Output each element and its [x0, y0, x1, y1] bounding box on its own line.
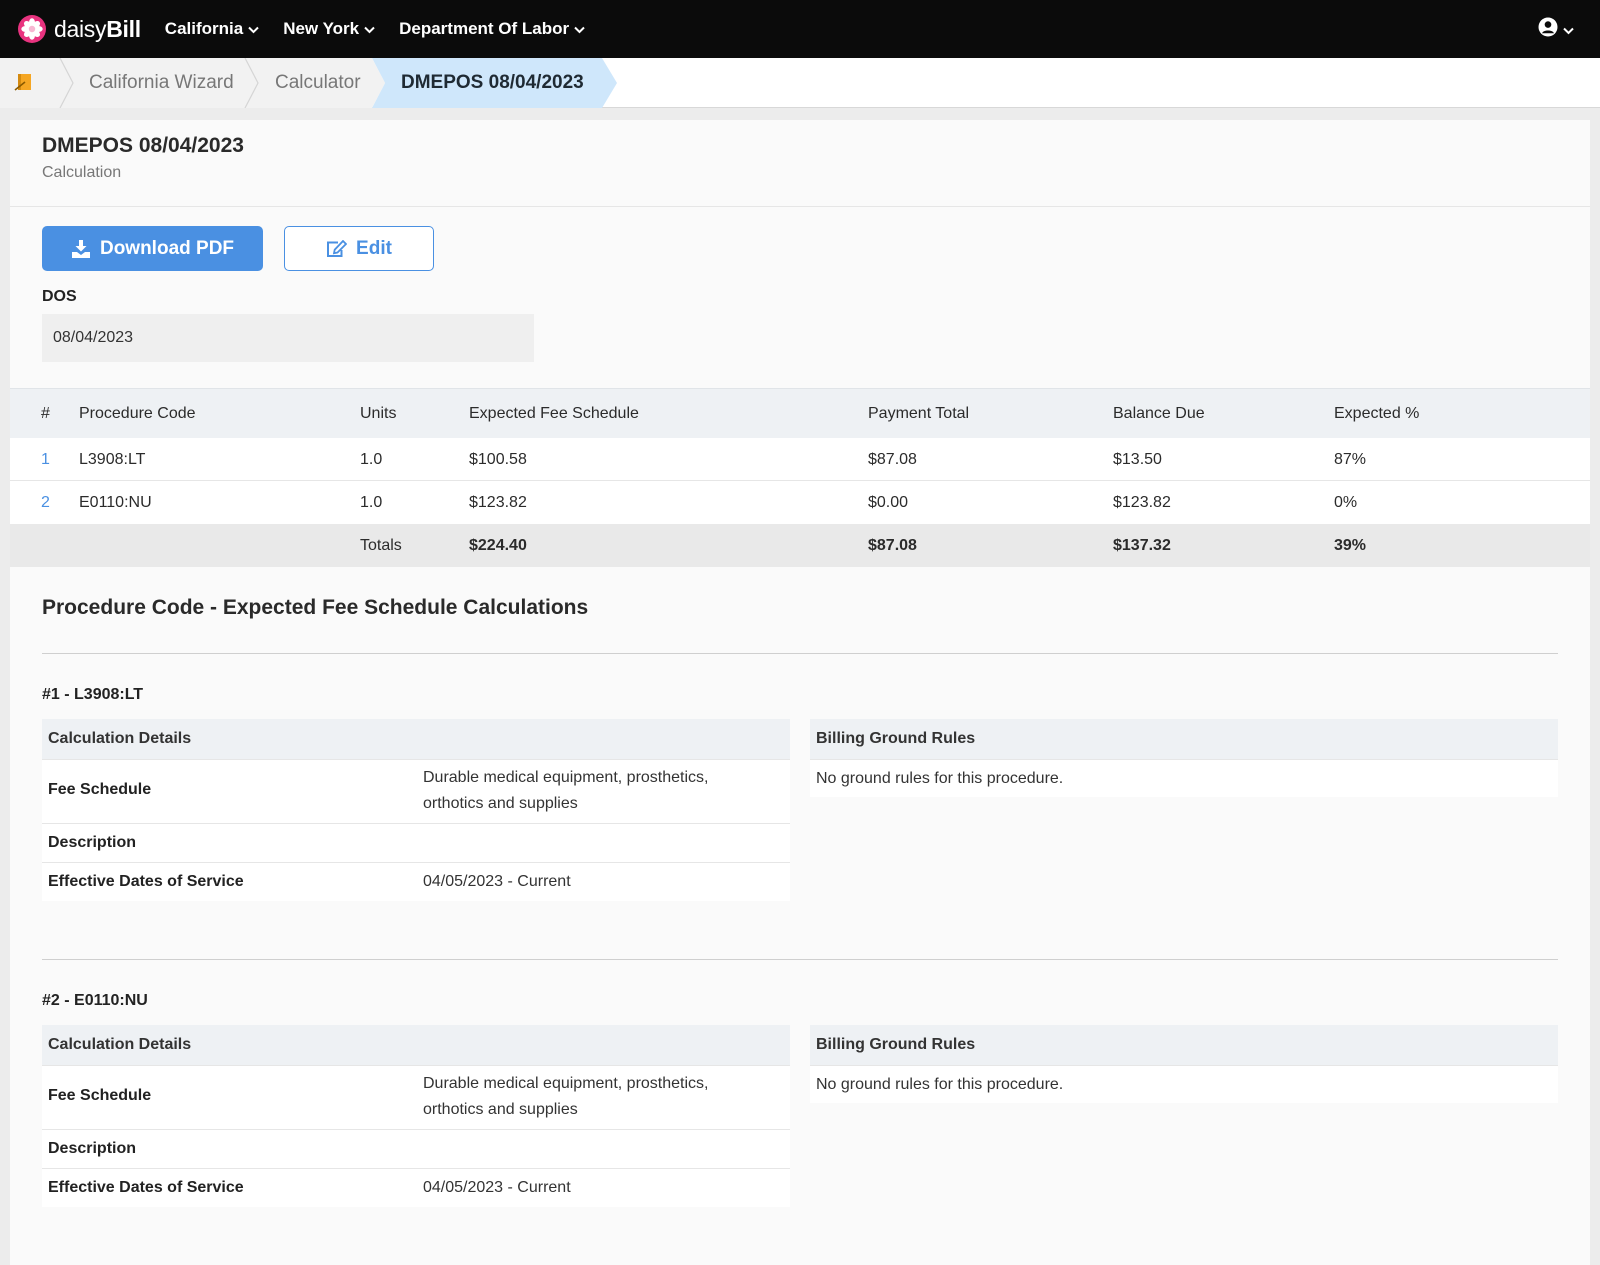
effective-dates-label: Effective Dates of Service [48, 873, 244, 890]
breadcrumb-home-icon[interactable] [13, 70, 37, 99]
billing-ground-rules-header: Billing Ground Rules [810, 719, 1558, 759]
breadcrumb-calculator[interactable]: Calculator [275, 58, 361, 108]
description-row: Description [42, 1129, 790, 1168]
top-navbar: daisyBill California New York Department… [0, 0, 1600, 58]
effective-dates-value: 04/05/2023 - Current [423, 1179, 571, 1196]
table-row: 2 E0110:NU 1.0 $123.82 $0.00 $123.82 0% [10, 481, 1590, 524]
nav-california[interactable]: California [165, 19, 259, 39]
totals-label: Totals [360, 537, 402, 554]
procedure-2-billing-ground-rules: Billing Ground Rules No ground rules for… [810, 1025, 1558, 1103]
column-header-expected-fee-schedule: Expected Fee Schedule [469, 405, 639, 422]
total-expected-fee: $224.40 [469, 537, 527, 554]
brand-name: daisyBill [54, 15, 141, 42]
total-expected-percent: 39% [1334, 537, 1367, 554]
dos-field[interactable] [42, 314, 534, 362]
calculation-details-header: Calculation Details [42, 719, 790, 759]
page-subtitle: Calculation [42, 164, 122, 181]
expected-fee: $123.82 [469, 494, 527, 511]
procedure-2-title: #2 - E0110:NU [42, 992, 148, 1009]
chevron-down-icon [364, 19, 375, 39]
fee-schedule-label: Fee Schedule [48, 781, 152, 798]
chevron-down-icon [1563, 20, 1574, 40]
fee-schedule-value: Durable medical equipment, prosthetics, o… [423, 1075, 709, 1118]
balance-due: $13.50 [1113, 451, 1162, 468]
calculations-section-title: Procedure Code - Expected Fee Schedule C… [42, 596, 589, 619]
column-header-balance-due: Balance Due [1113, 405, 1205, 422]
breadcrumb: California Wizard Calculator DMEPOS 08/0… [0, 58, 1600, 108]
nav-department-of-labor[interactable]: Department Of Labor [399, 19, 585, 39]
table-header-row: # Procedure Code Units Expected Fee Sche… [10, 388, 1590, 438]
procedure-1-billing-ground-rules: Billing Ground Rules No ground rules for… [810, 719, 1558, 797]
expected-percent: 0% [1334, 494, 1358, 511]
effective-dates-label: Effective Dates of Service [48, 1179, 244, 1196]
nav-department-of-labor-label: Department Of Labor [399, 19, 570, 38]
edit-icon [327, 239, 348, 257]
total-payment: $87.08 [868, 537, 917, 554]
chevron-down-icon [574, 19, 585, 39]
column-header-payment-total: Payment Total [868, 405, 970, 422]
daisy-flower-icon [18, 15, 46, 43]
dos-label: DOS [42, 288, 77, 305]
fee-schedule-row: Fee Schedule Durable medical equipment, … [42, 759, 790, 823]
download-pdf-label: Download PDF [99, 237, 235, 259]
column-header-expected-percent: Expected % [1334, 405, 1420, 422]
description-label: Description [48, 1140, 137, 1157]
breadcrumb-california-wizard[interactable]: California Wizard [89, 58, 234, 108]
effective-dates-value: 04/05/2023 - Current [423, 873, 571, 890]
total-balance-due: $137.32 [1113, 537, 1171, 554]
procedure-code: L3908:LT [79, 451, 146, 468]
billing-ground-rules-header: Billing Ground Rules [810, 1025, 1558, 1065]
fee-schedule-value: Durable medical equipment, prosthetics, o… [423, 769, 709, 812]
column-header-number: # [41, 405, 50, 422]
chevron-down-icon [248, 19, 259, 39]
download-icon [71, 239, 90, 258]
units: 1.0 [360, 494, 383, 511]
nav-new-york-label: New York [283, 19, 360, 38]
column-header-procedure-code: Procedure Code [79, 405, 196, 422]
edit-label: Edit [356, 237, 392, 259]
table-row: 1 L3908:LT 1.0 $100.58 $87.08 $13.50 87% [10, 438, 1590, 481]
expected-percent: 87% [1334, 451, 1367, 468]
daisybill-logo[interactable]: daisyBill [18, 15, 141, 43]
ground-rules-text: No ground rules for this procedure. [810, 1065, 1558, 1103]
procedure-1-calculation-details: Calculation Details Fee Schedule Durable… [42, 719, 790, 901]
breadcrumb-current: DMEPOS 08/04/2023 [401, 72, 584, 93]
calculation-details-header: Calculation Details [42, 1025, 790, 1065]
fee-schedule-label: Fee Schedule [48, 1087, 152, 1104]
ground-rules-text: No ground rules for this procedure. [810, 759, 1558, 797]
effective-dates-row: Effective Dates of Service 04/05/2023 - … [42, 1168, 790, 1207]
procedure-code: E0110:NU [79, 494, 152, 511]
section-divider [42, 653, 1558, 654]
download-pdf-button[interactable]: Download PDF [42, 226, 263, 271]
column-header-units: Units [360, 405, 397, 422]
description-label: Description [48, 834, 137, 851]
nav-new-york[interactable]: New York [283, 19, 375, 39]
row-number-link[interactable]: 2 [41, 481, 50, 524]
balance-due: $123.82 [1113, 494, 1171, 511]
payment-total: $87.08 [868, 451, 917, 468]
page-title: DMEPOS 08/04/2023 [42, 134, 244, 157]
effective-dates-row: Effective Dates of Service 04/05/2023 - … [42, 862, 790, 901]
procedure-2-calculation-details: Calculation Details Fee Schedule Durable… [42, 1025, 790, 1207]
nav-california-label: California [164, 19, 244, 38]
procedure-1-title: #1 - L3908:LT [42, 686, 144, 703]
page-header: DMEPOS 08/04/2023 Calculation [10, 120, 1590, 207]
edit-button[interactable]: Edit [284, 226, 434, 271]
description-row: Description [42, 823, 790, 862]
user-avatar-icon [1538, 17, 1558, 42]
expected-fee: $100.58 [469, 451, 527, 468]
user-menu[interactable] [1538, 17, 1574, 42]
fee-schedule-row: Fee Schedule Durable medical equipment, … [42, 1065, 790, 1129]
row-number-link[interactable]: 1 [41, 438, 50, 481]
units: 1.0 [360, 451, 383, 468]
payment-total: $0.00 [868, 494, 909, 511]
totals-row: Totals $224.40 $87.08 $137.32 39% [10, 524, 1590, 567]
section-divider [42, 959, 1558, 960]
breadcrumb-arrows [0, 58, 617, 108]
main-panel: DMEPOS 08/04/2023 Calculation Download P… [10, 120, 1590, 1265]
